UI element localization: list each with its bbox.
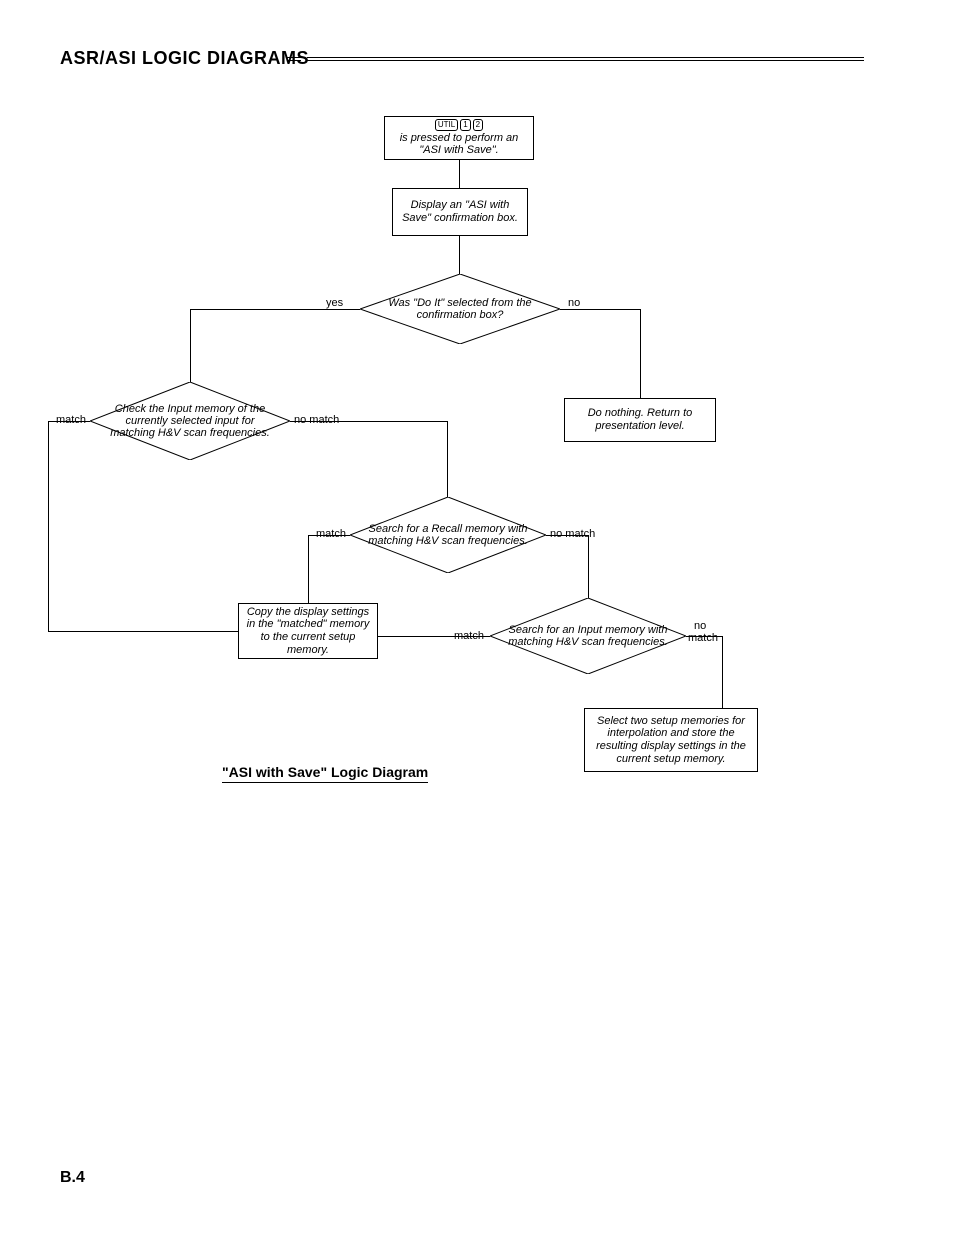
connector	[48, 631, 238, 632]
doit-text: Was "Do It" selected from the confirmati…	[360, 297, 560, 321]
nomatch-label: no match	[294, 414, 339, 426]
connector	[722, 636, 723, 708]
interpolate-box: Select two setup memories for interpolat…	[584, 708, 758, 772]
search-recall-text: Search for a Recall memory with matching…	[350, 523, 546, 547]
connector	[686, 636, 722, 637]
connector	[190, 309, 191, 382]
interpolate-text: Select two setup memories for interpolat…	[591, 715, 751, 766]
match-label: match	[316, 528, 346, 540]
connector	[308, 535, 350, 536]
connector	[378, 636, 490, 637]
confirm-box: Display an "ASI with Save" confirmation …	[392, 188, 528, 236]
copy-box: Copy the display settings in the "matche…	[238, 603, 378, 659]
search-recall-decision: Search for a Recall memory with matching…	[350, 497, 546, 573]
search-input-text: Search for an Input memory with matching…	[490, 624, 686, 648]
check-input-decision: Check the Input memory of the currently …	[90, 382, 290, 460]
connector	[447, 421, 448, 497]
check-input-text: Check the Input memory of the currently …	[90, 403, 290, 439]
connector	[546, 535, 588, 536]
connector	[459, 160, 460, 188]
nomatch-label-line1: no	[694, 620, 706, 632]
page-title: ASR/ASI LOGIC DIAGRAMS	[60, 48, 309, 68]
start-text: is pressed to perform an "ASI with Save"…	[391, 132, 527, 157]
do-nothing-box: Do nothing. Return to presentation level…	[564, 398, 716, 442]
key-2: 2	[473, 119, 483, 131]
page-number: B.4	[60, 1169, 85, 1187]
connector	[308, 535, 309, 603]
connector	[560, 309, 640, 310]
connector	[588, 535, 589, 598]
connector	[640, 309, 641, 398]
page-header: ASR/ASI LOGIC DIAGRAMS	[60, 48, 864, 69]
no-label: no	[568, 297, 580, 309]
diagram-title: "ASI with Save" Logic Diagram	[222, 764, 428, 783]
start-box: UTIL12 is pressed to perform an "ASI wit…	[384, 116, 534, 160]
confirm-text: Display an "ASI with Save" confirmation …	[399, 199, 521, 224]
key-sequence: UTIL12	[434, 119, 484, 132]
connector	[48, 421, 90, 422]
do-nothing-text: Do nothing. Return to presentation level…	[571, 407, 709, 432]
flowchart: UTIL12 is pressed to perform an "ASI wit…	[60, 110, 894, 810]
connector	[459, 236, 460, 274]
yes-label: yes	[326, 297, 343, 309]
util-key: UTIL	[435, 119, 458, 131]
doit-decision: Was "Do It" selected from the confirmati…	[360, 274, 560, 344]
copy-text: Copy the display settings in the "matche…	[245, 606, 371, 657]
key-1: 1	[460, 119, 470, 131]
match-label: match	[56, 414, 86, 426]
connector	[290, 421, 447, 422]
nomatch-label-line2: match	[688, 632, 718, 644]
search-input-decision: Search for an Input memory with matching…	[490, 598, 686, 674]
connector	[48, 421, 49, 631]
connector	[190, 309, 360, 310]
